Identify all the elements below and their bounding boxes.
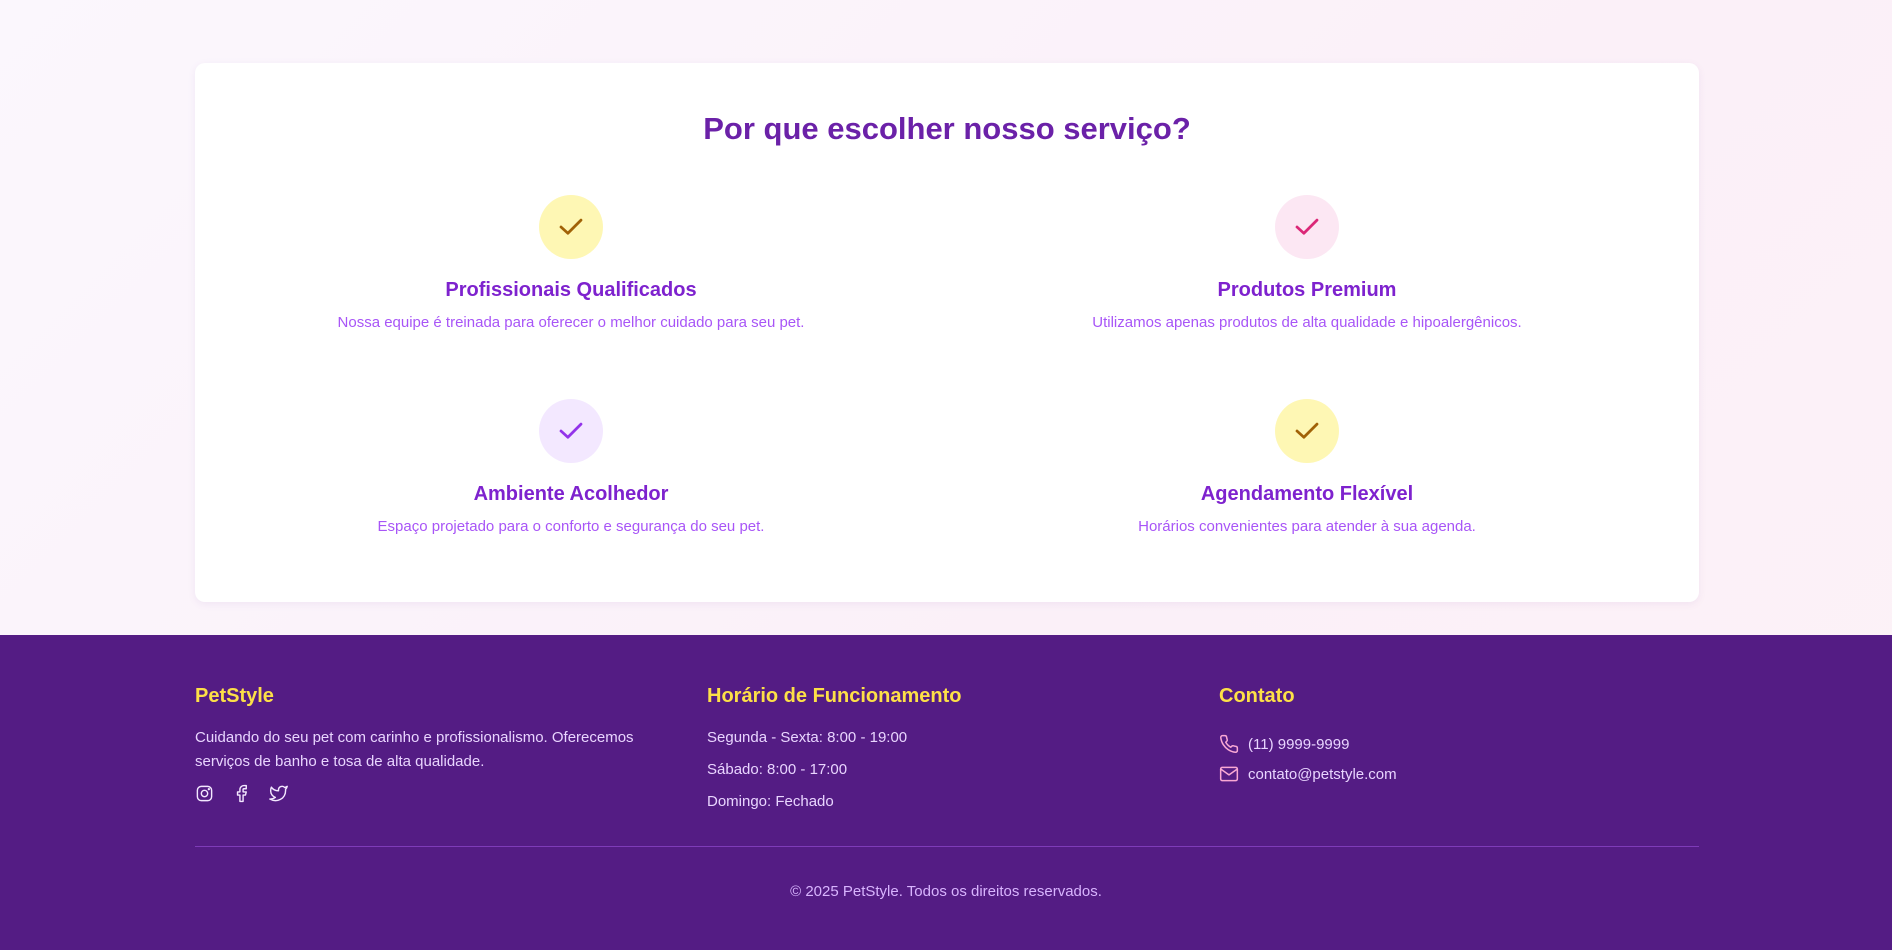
hours-weekday: Segunda - Sexta: 8:00 - 19:00 [707,729,908,746]
phone-icon [1220,734,1239,754]
feature-title: Ambiente Acolhedor [473,483,669,505]
instagram-link[interactable] [195,784,214,803]
site-footer: PetStyle Cuidando do seu pet com carinho… [0,635,1892,950]
contact-email[interactable]: contato@petstyle.com [1219,756,1699,792]
feature-description: Espaço projetado para o conforto e segur… [377,518,765,535]
hours-saturday: Sábado: 8:00 - 17:00 [707,761,848,778]
footer-brand-title: PetStyle [195,685,274,707]
feature-item: Agendamento Flexível Horários convenient… [931,399,1683,535]
check-icon [559,422,583,439]
check-icon [1295,422,1319,439]
instagram-icon [196,785,213,802]
contact-list: (11) 9999-9999 contato@petstyle.com [1219,726,1699,792]
feature-title: Produtos Premium [1217,279,1397,301]
hours-sunday: Domingo: Fechado [707,793,834,810]
facebook-icon [236,784,247,803]
footer-hours-column: Horário de Funcionamento Segunda - Sexta… [707,685,1187,822]
section-title: Por que escolher nosso serviço? [703,111,1191,146]
feature-item: Produtos Premium Utilizamos apenas produ… [931,195,1683,331]
check-icon [1295,218,1319,235]
twitter-icon [269,785,288,802]
feature-description: Utilizamos apenas produtos de alta quali… [1092,314,1522,331]
feature-title: Profissionais Qualificados [445,279,697,301]
feature-item: Ambiente Acolhedor Espaço projetado para… [195,399,947,535]
check-badge [539,195,603,259]
copyright-text: © 2025 PetStyle. Todos os direitos reser… [790,883,1102,900]
features-section: Por que escolher nosso serviço? Profissi… [0,0,1892,635]
footer-hours-title: Horário de Funcionamento [707,685,962,707]
footer-divider [195,846,1699,847]
hours-list: Segunda - Sexta: 8:00 - 19:00 Sábado: 8:… [707,726,1187,822]
footer-contact-column: Contato (11) 9999-9999 contato@petstyle.… [1219,685,1699,792]
feature-description: Nossa equipe é treinada para oferecer o … [337,314,805,331]
footer-contact-title: Contato [1219,685,1295,707]
check-icon [559,218,583,235]
feature-item: Profissionais Qualificados Nossa equipe … [195,195,947,331]
check-badge [539,399,603,463]
facebook-link[interactable] [232,784,251,803]
contact-phone-text: (11) 9999-9999 [1248,735,1350,753]
feature-title: Agendamento Flexível [1200,483,1414,505]
check-badge [1275,399,1339,463]
mail-icon [1219,766,1239,782]
twitter-link[interactable] [269,784,288,803]
check-badge [1275,195,1339,259]
social-links [195,784,675,803]
features-card: Por que escolher nosso serviço? Profissi… [195,63,1699,602]
feature-description: Horários convenientes para atender à sua… [1138,518,1476,535]
footer-brand-description: Cuidando do seu pet com carinho e profis… [195,729,634,770]
footer-brand-column: PetStyle Cuidando do seu pet com carinho… [195,685,675,803]
contact-email-text: contato@petstyle.com [1248,765,1397,783]
